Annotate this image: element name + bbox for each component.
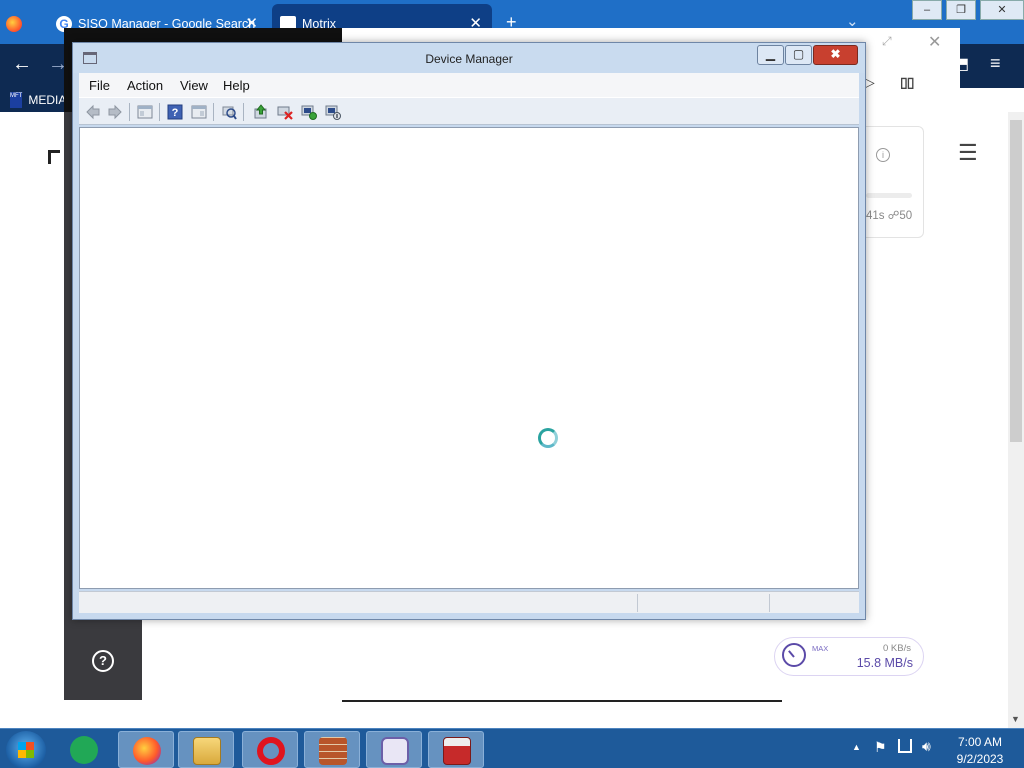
page-heading-glyph: [48, 150, 60, 164]
scrollbar-thumb[interactable]: [1010, 120, 1022, 442]
action-center-flag-icon[interactable]: ⚑: [874, 739, 887, 756]
bookmark-favicon: MFT: [10, 92, 23, 108]
window-title: Device Manager: [425, 52, 513, 66]
taskbar-app-file-explorer[interactable]: [178, 731, 234, 768]
list-menu-icon[interactable]: ☰: [958, 140, 978, 166]
volume-icon[interactable]: 🔊︎: [922, 738, 931, 755]
status-bar: [79, 591, 859, 613]
toolbar-separator: [159, 103, 160, 121]
toolbar-separator: [129, 103, 130, 121]
pause-all-icon[interactable]: ▯▯: [900, 74, 914, 91]
task-meta: 41s ☍50: [866, 210, 913, 222]
expand-icon[interactable]: ⤢: [882, 34, 892, 49]
action-pane-icon[interactable]: [191, 104, 207, 120]
device-tree-pane[interactable]: [79, 127, 859, 589]
speed-limit-label: MAX: [812, 644, 829, 653]
taskbar-app-opera[interactable]: [242, 731, 298, 768]
device-manager-window: Device Manager ▁ ▢ ✖ File Action View He…: [72, 42, 866, 620]
firefox-menu-tab[interactable]: [6, 4, 46, 44]
disable-device-icon[interactable]: [325, 104, 341, 120]
page-bottom: [0, 700, 1008, 730]
taskbar-app-toolbox[interactable]: [428, 731, 484, 768]
minimize-icon[interactable]: –: [912, 0, 942, 20]
menu-bar: File Action View Help: [79, 73, 859, 97]
window-titlebar[interactable]: Device Manager ▁ ▢ ✖: [73, 43, 865, 73]
clock-time[interactable]: 7:00 AM: [944, 735, 1016, 749]
menu-action[interactable]: Action: [127, 78, 163, 93]
back-icon[interactable]: [85, 104, 101, 120]
menu-file[interactable]: File: [89, 78, 110, 93]
device-manager-app-icon: [381, 737, 409, 765]
close-icon[interactable]: ✕: [928, 32, 941, 52]
close-icon[interactable]: ✕: [980, 0, 1024, 20]
taskbar-app-notes[interactable]: [56, 731, 112, 768]
forward-icon[interactable]: [107, 104, 123, 120]
maximize-icon[interactable]: ▢: [785, 45, 812, 65]
speedometer-icon: [782, 643, 806, 667]
menu-view[interactable]: View: [180, 78, 208, 93]
back-arrow-icon[interactable]: ←: [12, 53, 32, 76]
scan-hardware-icon[interactable]: [221, 104, 237, 120]
start-button[interactable]: [6, 731, 46, 768]
toolbar: ?: [79, 97, 859, 125]
info-icon[interactable]: i: [876, 148, 890, 162]
close-icon[interactable]: ✖: [813, 45, 858, 65]
divider: [342, 700, 782, 702]
bookmarks-bar: MFT MEDIA: [0, 88, 66, 112]
taskbar-app-firewall[interactable]: [304, 731, 360, 768]
uninstall-device-icon[interactable]: [277, 104, 293, 120]
folder-icon: [193, 737, 221, 765]
minimize-icon[interactable]: ▁: [757, 45, 784, 65]
hamburger-menu-icon[interactable]: ≡: [990, 53, 1001, 74]
show-hide-console-tree-icon[interactable]: [137, 104, 153, 120]
taskbar-app-device-manager[interactable]: [366, 731, 422, 768]
toolbox-icon: [443, 737, 471, 765]
scroll-down-icon[interactable]: ▼: [1011, 714, 1020, 724]
toolbar-separator: [243, 103, 244, 121]
update-driver-icon[interactable]: [253, 104, 269, 120]
page-left-gutter: [0, 112, 64, 700]
toolbar-separator: [213, 103, 214, 121]
download-speed: 15.8 MB/s: [856, 656, 913, 670]
clock-date[interactable]: 9/2/2023: [944, 752, 1016, 766]
help-icon[interactable]: ?: [92, 650, 114, 672]
taskbar: ▲ ⚑ 🔊︎ 7:00 AM 9/2/2023: [0, 728, 1024, 768]
window-controls: – ❐ ✕: [908, 0, 1024, 20]
bookmark-media[interactable]: MEDIA: [28, 93, 66, 107]
menu-help[interactable]: Help: [223, 78, 250, 93]
notes-app-icon: [70, 736, 98, 764]
enable-device-icon[interactable]: [301, 104, 317, 120]
firefox-icon: [133, 737, 161, 765]
status-divider: [769, 594, 770, 612]
status-divider: [637, 594, 638, 612]
upload-speed: 0 KB/s: [883, 643, 911, 654]
firefox-icon: [6, 16, 22, 32]
loading-spinner-icon: [538, 428, 558, 448]
opera-icon: [257, 737, 285, 765]
network-icon[interactable]: [898, 739, 912, 753]
restore-icon[interactable]: ❐: [946, 0, 976, 20]
task-progress-bar: [866, 193, 912, 198]
taskbar-app-firefox[interactable]: [118, 731, 174, 768]
firewall-icon: [319, 737, 347, 765]
svg-text:?: ?: [172, 107, 179, 119]
show-hidden-icons-icon[interactable]: ▲: [852, 742, 861, 752]
help-icon[interactable]: ?: [167, 104, 183, 120]
